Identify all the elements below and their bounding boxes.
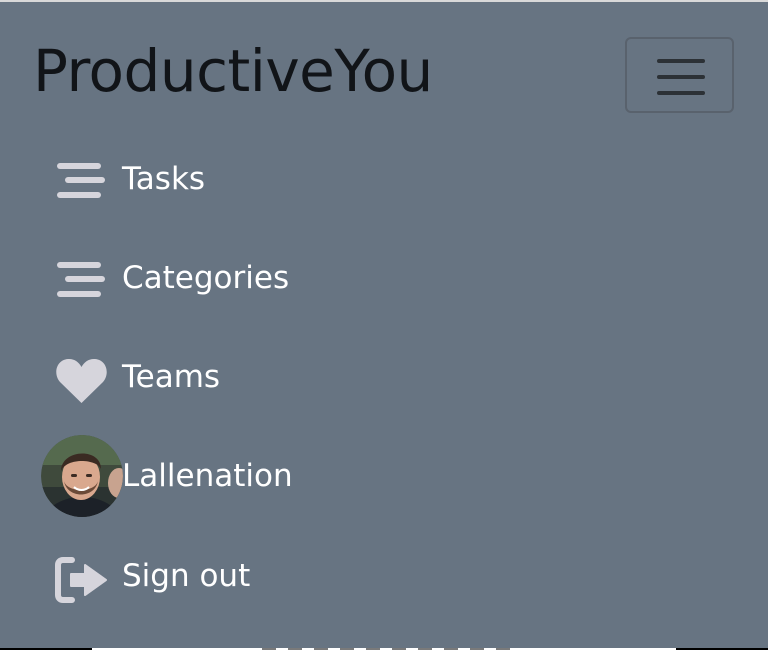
brand-title[interactable]: ProductiveYou — [33, 36, 433, 106]
sign-out-icon — [55, 557, 107, 603]
nav-item-label: Sign out — [122, 558, 251, 594]
avatar — [41, 435, 123, 517]
nav-item-label: Teams — [122, 359, 221, 395]
nav-item-label: Tasks — [122, 161, 206, 197]
nav-item-label: Categories — [122, 260, 290, 296]
nav-item-profile[interactable]: Lallenation — [0, 435, 600, 517]
hamburger-icon — [657, 59, 705, 63]
nav-item-label: Lallenation — [122, 458, 293, 494]
heart-icon — [56, 358, 107, 403]
navbar-toggle-button[interactable] — [625, 37, 734, 113]
list-icon — [57, 262, 105, 297]
nav-item-categories[interactable]: Categories — [0, 245, 600, 311]
list-icon — [57, 163, 105, 198]
nav-item-tasks[interactable]: Tasks — [0, 146, 600, 212]
nav-item-sign-out[interactable]: Sign out — [0, 543, 600, 609]
navbar: ProductiveYou Tasks Categories Teams Lal… — [0, 2, 768, 648]
nav-item-teams[interactable]: Teams — [0, 344, 600, 410]
